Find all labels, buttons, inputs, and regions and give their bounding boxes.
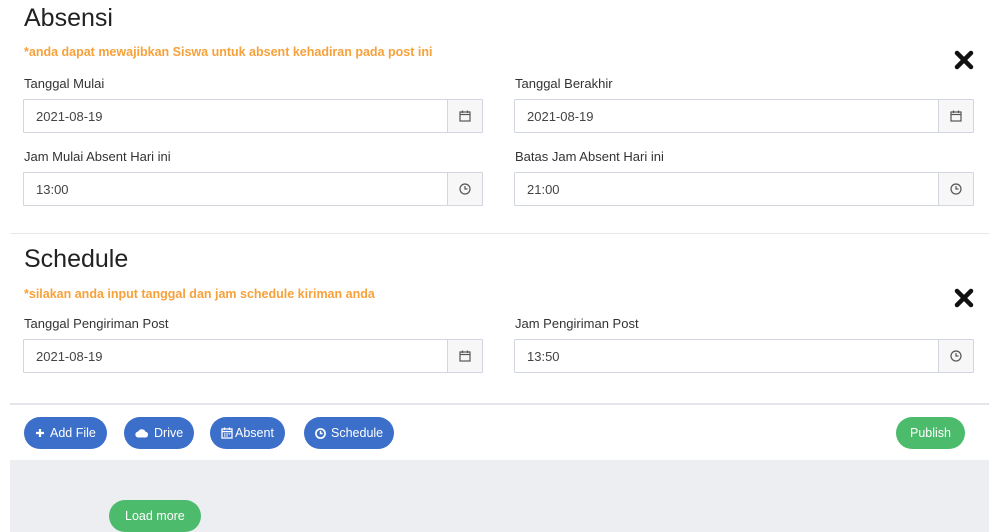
schedule-title: Schedule xyxy=(24,245,129,273)
close-icon xyxy=(954,50,974,70)
absensi-close-button[interactable] xyxy=(951,47,977,73)
cloud-icon xyxy=(135,429,149,438)
publish-button[interactable]: Publish xyxy=(896,417,965,449)
drive-button[interactable]: Drive xyxy=(124,417,195,449)
end-time-clock-button[interactable] xyxy=(938,173,973,205)
send-time-label: Jam Pengiriman Post xyxy=(515,316,639,331)
start-date-label: Tanggal Mulai xyxy=(24,76,105,91)
send-date-label: Tanggal Pengiriman Post xyxy=(24,316,169,331)
drive-label: Drive xyxy=(154,426,184,440)
start-date-calendar-button[interactable] xyxy=(447,100,482,132)
start-date-field xyxy=(23,99,483,133)
end-date-label: Tanggal Berakhir xyxy=(515,76,613,91)
schedule-note: *silakan anda input tanggal dan jam sche… xyxy=(24,287,375,301)
send-date-calendar-button[interactable] xyxy=(447,340,482,372)
schedule-label: Schedule xyxy=(331,426,384,440)
clock-icon xyxy=(459,183,471,195)
start-time-input[interactable] xyxy=(24,173,447,205)
absent-button[interactable]: Absent xyxy=(210,417,285,449)
absent-label: Absent xyxy=(235,426,274,440)
clock-icon xyxy=(950,183,962,195)
end-date-field xyxy=(514,99,974,133)
send-date-field xyxy=(23,339,483,373)
absensi-title: Absensi xyxy=(24,4,113,32)
send-time-input[interactable] xyxy=(515,340,938,372)
end-date-input[interactable] xyxy=(515,100,938,132)
start-time-label: Jam Mulai Absent Hari ini xyxy=(24,149,171,164)
clock-icon xyxy=(950,350,962,362)
absensi-note: *anda dapat mewajibkan Siswa untuk absen… xyxy=(24,45,433,59)
schedule-close-button[interactable] xyxy=(951,285,977,311)
end-time-input[interactable] xyxy=(515,173,938,205)
calendar-icon xyxy=(221,427,233,439)
send-time-clock-button[interactable] xyxy=(938,340,973,372)
load-more-label: Load more xyxy=(125,509,185,523)
calendar-icon xyxy=(950,110,962,122)
end-date-calendar-button[interactable] xyxy=(938,100,973,132)
calendar-icon xyxy=(459,350,471,362)
close-icon xyxy=(954,288,974,308)
calendar-icon xyxy=(459,110,471,122)
clock-icon xyxy=(315,427,326,439)
end-time-label: Batas Jam Absent Hari ini xyxy=(515,149,664,164)
end-time-field xyxy=(514,172,974,206)
publish-label: Publish xyxy=(910,426,951,440)
send-time-field xyxy=(514,339,974,373)
toolbar-divider xyxy=(10,403,989,405)
send-date-input[interactable] xyxy=(24,340,447,372)
load-more-button[interactable]: Load more xyxy=(109,500,201,532)
section-divider xyxy=(10,233,989,234)
add-file-label: Add File xyxy=(50,426,96,440)
start-date-input[interactable] xyxy=(24,100,447,132)
add-file-button[interactable]: Add File xyxy=(24,417,107,449)
start-time-field xyxy=(23,172,483,206)
plus-icon xyxy=(36,429,44,437)
start-time-clock-button[interactable] xyxy=(447,173,482,205)
schedule-button[interactable]: Schedule xyxy=(304,417,395,449)
